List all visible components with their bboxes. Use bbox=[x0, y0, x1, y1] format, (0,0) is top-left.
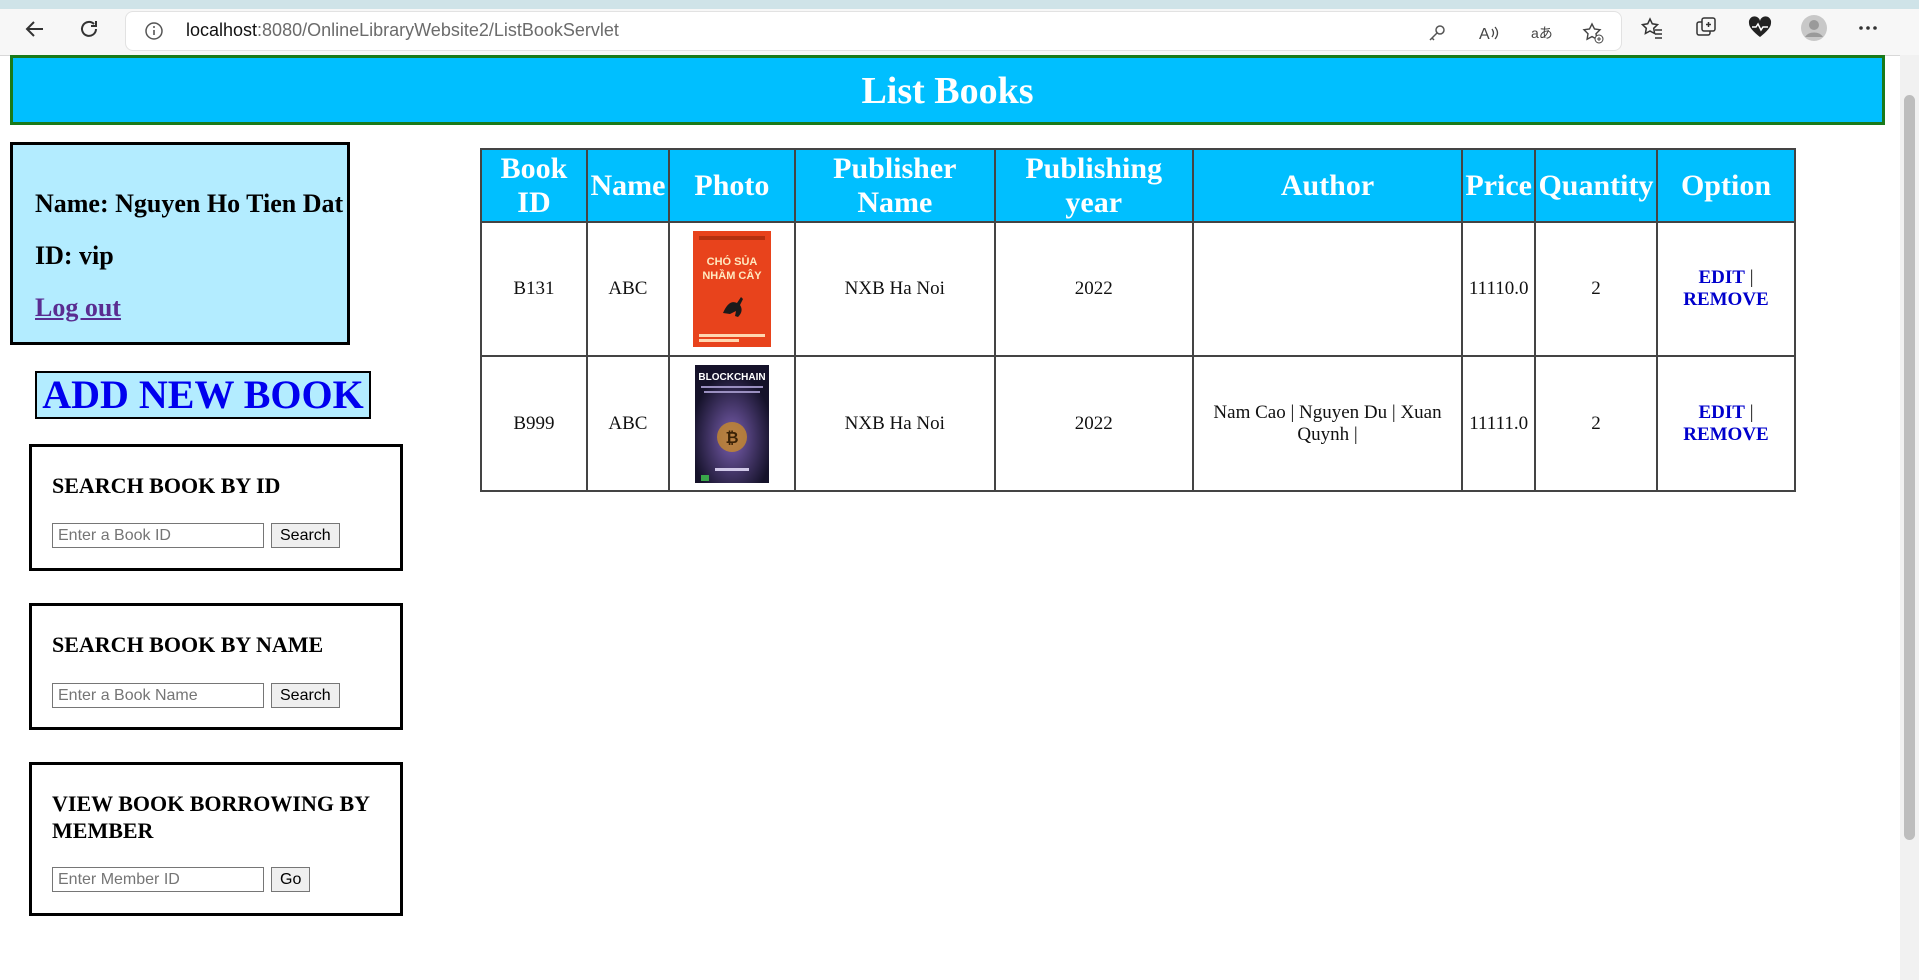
tab-strip-edge bbox=[0, 0, 1919, 9]
column-header: Publishing year bbox=[993, 148, 1194, 223]
book-name-cell: ABC bbox=[585, 355, 670, 492]
health-icon[interactable] bbox=[1746, 14, 1774, 42]
user-info-panel: Name: Nguyen Ho Tien Dat ID: vip Log out bbox=[10, 142, 350, 345]
year-cell: 2022 bbox=[993, 355, 1194, 492]
search-by-id-button[interactable]: Search bbox=[271, 523, 340, 548]
table-header-row: Book ID Name Photo Publisher Name Publis… bbox=[480, 148, 1797, 223]
refresh-icon[interactable] bbox=[74, 14, 104, 44]
search-by-name-panel: SEARCH BOOK BY NAME Search bbox=[29, 603, 403, 730]
member-id-input[interactable] bbox=[52, 867, 264, 892]
page-header: List Books bbox=[10, 55, 1885, 125]
column-header: Option bbox=[1655, 148, 1797, 223]
quantity-cell: 2 bbox=[1534, 221, 1658, 357]
translate-icon[interactable]: aあ bbox=[1527, 19, 1555, 47]
publisher-cell: NXB Ha Noi bbox=[793, 355, 996, 492]
table-row: B131 ABC CHÓ SỦA NHẦM CÂY NXB Ha Noi 202… bbox=[480, 221, 1797, 357]
year-cell: 2022 bbox=[993, 221, 1194, 357]
search-by-id-panel: SEARCH BOOK BY ID Search bbox=[29, 444, 403, 571]
search-by-name-button[interactable]: Search bbox=[271, 683, 340, 708]
column-header: Quantity bbox=[1534, 148, 1658, 223]
option-separator: | bbox=[1749, 401, 1754, 423]
cover-title-line2: NHẦM CÂY bbox=[702, 269, 762, 282]
option-cell: EDIT | REMOVE bbox=[1655, 221, 1797, 357]
profile-icon[interactable] bbox=[1800, 14, 1828, 42]
more-icon[interactable] bbox=[1854, 14, 1882, 42]
page-scrollbar[interactable] bbox=[1900, 55, 1919, 980]
favorites-icon[interactable] bbox=[1638, 14, 1666, 42]
book-cover-image: BLOCKCHAIN ₿ bbox=[694, 364, 769, 483]
book-photo-cell: CHÓ SỦA NHẦM CÂY bbox=[667, 221, 796, 357]
column-header: Photo bbox=[667, 148, 796, 223]
book-borrowing-panel: VIEW BOOK BORROWING BY MEMBER Go bbox=[29, 762, 403, 916]
table-row: B999 ABC BLOCKCHAIN ₿ NXB Ha Noi 2022 Na… bbox=[480, 355, 1797, 492]
column-header: Name bbox=[585, 148, 670, 223]
book-name-input[interactable] bbox=[52, 683, 264, 708]
column-header: Book ID bbox=[480, 148, 588, 223]
collections-icon[interactable] bbox=[1692, 14, 1720, 42]
remove-link[interactable]: REMOVE bbox=[1683, 424, 1769, 445]
author-cell: Nam Cao | Nguyen Du | Xuan Quynh | bbox=[1191, 355, 1464, 492]
logout-link[interactable]: Log out bbox=[35, 293, 121, 323]
book-borrowing-title: VIEW BOOK BORROWING BY MEMBER bbox=[52, 791, 370, 843]
cover-title: BLOCKCHAIN bbox=[698, 372, 765, 383]
go-button[interactable]: Go bbox=[271, 867, 311, 892]
user-name: Name: Nguyen Ho Tien Dat bbox=[35, 189, 344, 218]
scrollbar-thumb[interactable] bbox=[1904, 95, 1915, 840]
svg-text:aあ: aあ bbox=[1531, 25, 1552, 41]
column-header: Author bbox=[1191, 148, 1464, 223]
search-by-name-title: SEARCH BOOK BY NAME bbox=[52, 632, 324, 657]
page-title: List Books bbox=[861, 70, 1034, 112]
column-header: Price bbox=[1461, 148, 1536, 223]
read-aloud-icon[interactable]: A bbox=[1475, 19, 1503, 47]
browser-toolbar: localhost:8080/OnlineLibraryWebsite2/Lis… bbox=[0, 0, 1919, 56]
search-by-id-title: SEARCH BOOK BY ID bbox=[52, 473, 281, 498]
column-header: Publisher Name bbox=[793, 148, 996, 223]
info-icon[interactable] bbox=[144, 21, 164, 46]
address-bar[interactable]: localhost:8080/OnlineLibraryWebsite2/Lis… bbox=[125, 11, 1622, 51]
add-favorite-icon[interactable] bbox=[1579, 19, 1607, 47]
url-text: localhost:8080/OnlineLibraryWebsite2/Lis… bbox=[186, 20, 619, 40]
book-id-input[interactable] bbox=[52, 523, 264, 548]
book-cover-image: CHÓ SỦA NHẦM CÂY bbox=[692, 231, 771, 347]
svg-text:₿: ₿ bbox=[725, 429, 738, 447]
author-cell bbox=[1191, 221, 1464, 357]
cover-title-line1: CHÓ SỦA bbox=[707, 255, 758, 268]
key-icon[interactable] bbox=[1423, 19, 1451, 47]
price-cell: 11111.0 bbox=[1461, 355, 1536, 492]
svg-text:A: A bbox=[1479, 26, 1490, 43]
user-id: ID: vip bbox=[35, 241, 114, 270]
edit-link[interactable]: EDIT bbox=[1698, 267, 1744, 288]
book-id-cell: B131 bbox=[480, 221, 588, 357]
price-cell: 11110.0 bbox=[1461, 221, 1536, 357]
option-cell: EDIT | REMOVE bbox=[1655, 355, 1797, 492]
book-photo-cell: BLOCKCHAIN ₿ bbox=[667, 355, 796, 492]
books-table: Book ID Name Photo Publisher Name Publis… bbox=[480, 148, 1797, 492]
book-name-cell: ABC bbox=[585, 221, 670, 357]
back-icon[interactable] bbox=[20, 14, 50, 44]
option-separator: | bbox=[1749, 267, 1754, 288]
book-id-cell: B999 bbox=[480, 355, 588, 492]
add-new-book-button[interactable]: ADD NEW BOOK bbox=[35, 371, 371, 419]
publisher-cell: NXB Ha Noi bbox=[793, 221, 996, 357]
quantity-cell: 2 bbox=[1534, 355, 1658, 492]
remove-link[interactable]: REMOVE bbox=[1683, 289, 1769, 310]
edit-link[interactable]: EDIT bbox=[1698, 402, 1744, 423]
